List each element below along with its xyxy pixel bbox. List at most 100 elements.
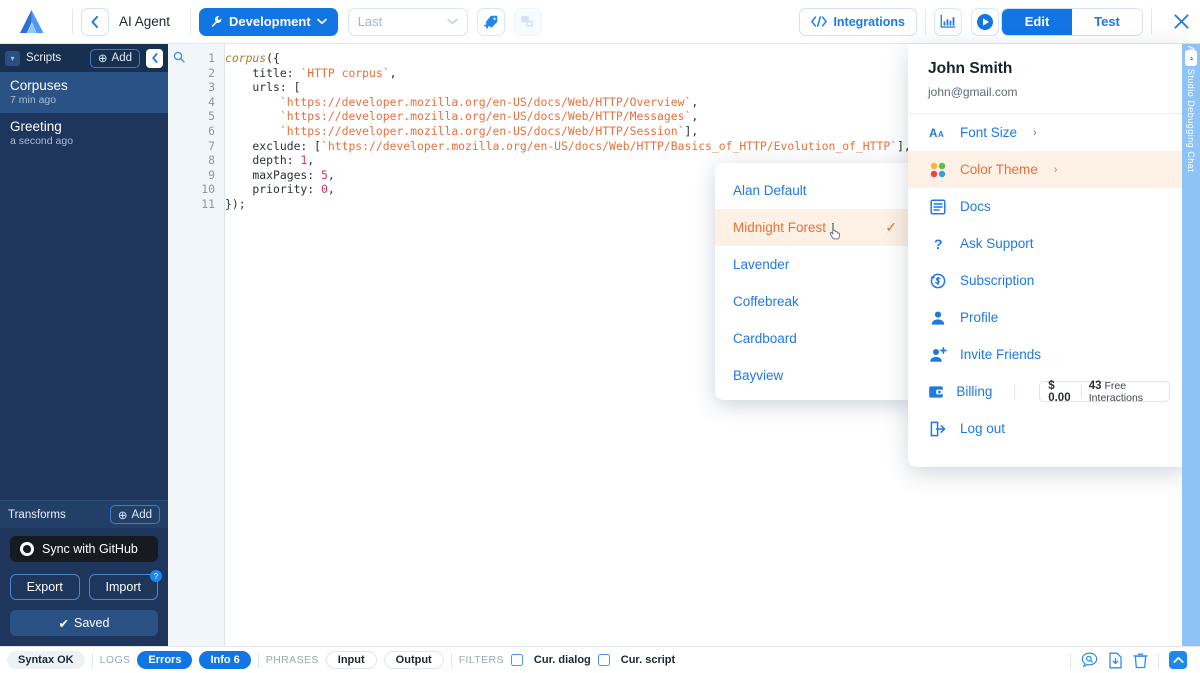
add-tag-button[interactable] — [477, 8, 505, 36]
theme-option-coffebreak[interactable]: Coffebreak — [715, 283, 915, 320]
code-token: , — [691, 95, 698, 109]
export-button[interactable]: Export — [10, 574, 80, 600]
run-button[interactable] — [971, 8, 999, 36]
theme-option-lavender[interactable]: Lavender — [715, 246, 915, 283]
alan-logo-icon[interactable] — [0, 9, 64, 35]
profile-item-subscription[interactable]: Subscription — [908, 262, 1190, 299]
integrations-button[interactable]: Integrations — [799, 8, 917, 36]
tab-edit[interactable]: Edit — [1002, 9, 1072, 35]
debug-chat-label: Alan Studio Debugging Chat — [1186, 46, 1196, 173]
environment-selector[interactable]: Development — [199, 8, 338, 36]
profile-item-label: Log out — [960, 421, 1005, 436]
line-number: 8 — [168, 153, 215, 168]
back-button[interactable] — [81, 8, 109, 36]
line-number: 4 — [168, 95, 215, 110]
code-token: maxPages: — [225, 168, 321, 182]
profile-item-log-out[interactable]: Log out — [908, 410, 1190, 447]
profile-item-invite-friends[interactable]: Invite Friends — [908, 336, 1190, 373]
info-filter-button[interactable]: Info 6 — [199, 651, 250, 669]
divider — [451, 653, 452, 668]
profile-menu-panel: John Smith john@gmail.com AAFont Size›Co… — [908, 44, 1190, 467]
profile-item-label: Profile — [960, 310, 998, 325]
close-button[interactable] — [1166, 7, 1196, 37]
script-name: Greeting — [10, 119, 158, 134]
debug-chat-strip[interactable]: Alan Studio Debugging Chat — [1182, 44, 1200, 646]
chevron-down-icon[interactable]: ▾ — [5, 51, 20, 66]
billing-balance-chip[interactable]: $ 0.0043 Free Interactions — [1039, 381, 1170, 402]
import-help-badge[interactable]: ? — [150, 570, 162, 582]
line-number: 6 — [168, 124, 215, 139]
collapse-sidebar-button[interactable] — [146, 49, 163, 68]
theme-option-label: Coffebreak — [733, 294, 799, 309]
trash-icon[interactable] — [1133, 652, 1148, 669]
sidebar-item-greeting[interactable]: Greeting a second ago — [0, 113, 168, 154]
code-token: exclude: [ — [225, 139, 321, 153]
code-token — [225, 109, 280, 123]
profile-menu-list: AAFont Size›Color Theme›Docs?Ask Support… — [908, 114, 1190, 447]
code-token: `https://developer.mozilla.org/en-US/doc… — [280, 95, 691, 109]
divider — [72, 9, 73, 35]
duplicate-button[interactable] — [514, 8, 542, 36]
code-token: urls: [ — [225, 80, 300, 94]
code-token: , — [328, 182, 335, 196]
download-file-icon[interactable] — [1108, 652, 1123, 669]
profile-item-font-size[interactable]: AAFont Size› — [908, 114, 1190, 151]
code-token: , — [390, 66, 397, 80]
profile-item-ask-support[interactable]: ?Ask Support — [908, 225, 1190, 262]
profile-item-profile[interactable]: Profile — [908, 299, 1190, 336]
collapse-left-icon — [151, 53, 159, 63]
profile-item-docs[interactable]: Docs — [908, 188, 1190, 225]
collapse-up-icon[interactable] — [1169, 651, 1187, 669]
code-token: `https://developer.mozilla.org/en-US/doc… — [280, 124, 685, 138]
sidebar-item-corpuses[interactable]: Corpuses 7 min ago — [0, 72, 168, 113]
errors-filter-button[interactable]: Errors — [137, 651, 192, 669]
environment-label: Development — [229, 14, 311, 29]
code-brackets-icon — [811, 16, 827, 27]
svg-text:A: A — [929, 127, 938, 139]
saved-button[interactable]: ✔ Saved — [10, 610, 158, 636]
divider — [925, 9, 926, 35]
tab-test[interactable]: Test — [1072, 9, 1142, 35]
chevron-right-icon: › — [1033, 127, 1037, 139]
line-number: 1 — [168, 51, 215, 66]
input-filter-button[interactable]: Input — [326, 651, 377, 669]
export-import-row: Export Import ? — [10, 574, 158, 600]
scripts-label: Scripts — [26, 52, 84, 64]
output-filter-button[interactable]: Output — [384, 651, 444, 669]
cur-script-checkbox[interactable] — [598, 654, 610, 666]
sync-with-github-button[interactable]: Sync with GitHub — [10, 536, 158, 562]
theme-option-midnight-forest[interactable]: Midnight Forest✓ — [715, 209, 915, 246]
cur-dialog-checkbox[interactable] — [511, 654, 523, 666]
bar-chart-icon — [940, 14, 956, 29]
dollar-circle-icon — [928, 273, 948, 289]
add-transform-button[interactable]: ⊕ Add — [110, 505, 160, 524]
profile-item-label: Invite Friends — [960, 347, 1041, 362]
code-token: `https://developer.mozilla.org/en-US/doc… — [321, 139, 897, 153]
theme-option-bayview[interactable]: Bayview — [715, 357, 915, 394]
add-transform-label: Add — [132, 509, 152, 521]
left-sidebar: ▾ Scripts ⊕ Add Corpuses 7 min ago Greet… — [0, 44, 168, 646]
bottom-bar-icons — [1070, 651, 1193, 669]
billing-free-interactions: 43 Free Interactions — [1082, 380, 1169, 404]
theme-option-alan-default[interactable]: Alan Default — [715, 172, 915, 209]
code-token — [225, 95, 280, 109]
top-toolbar: AI Agent Development Last — [0, 0, 1200, 44]
profile-item-billing[interactable]: Billing$ 0.0043 Free Interactions — [908, 373, 1190, 410]
code-token: 0 — [321, 182, 328, 196]
code-token: , — [307, 153, 314, 167]
add-script-button[interactable]: ⊕ Add — [90, 49, 140, 68]
version-select[interactable]: Last — [348, 8, 468, 36]
profile-item-label: Ask Support — [960, 236, 1034, 251]
analytics-button[interactable] — [934, 8, 962, 36]
syntax-status-badge: Syntax OK — [7, 651, 85, 669]
mode-segmented-control: Edit Test — [1001, 8, 1143, 36]
line-number: 2 — [168, 66, 215, 81]
import-button[interactable]: Import ? — [89, 574, 159, 600]
saved-label: Saved — [74, 616, 109, 630]
theme-option-cardboard[interactable]: Cardboard — [715, 320, 915, 357]
code-token: , — [691, 109, 698, 123]
profile-item-color-theme[interactable]: Color Theme› — [908, 151, 1190, 188]
chat-search-icon[interactable] — [1081, 652, 1098, 668]
code-token: , — [328, 168, 335, 182]
sidebar-actions: Sync with GitHub Export Import ? ✔ Saved — [0, 528, 168, 646]
